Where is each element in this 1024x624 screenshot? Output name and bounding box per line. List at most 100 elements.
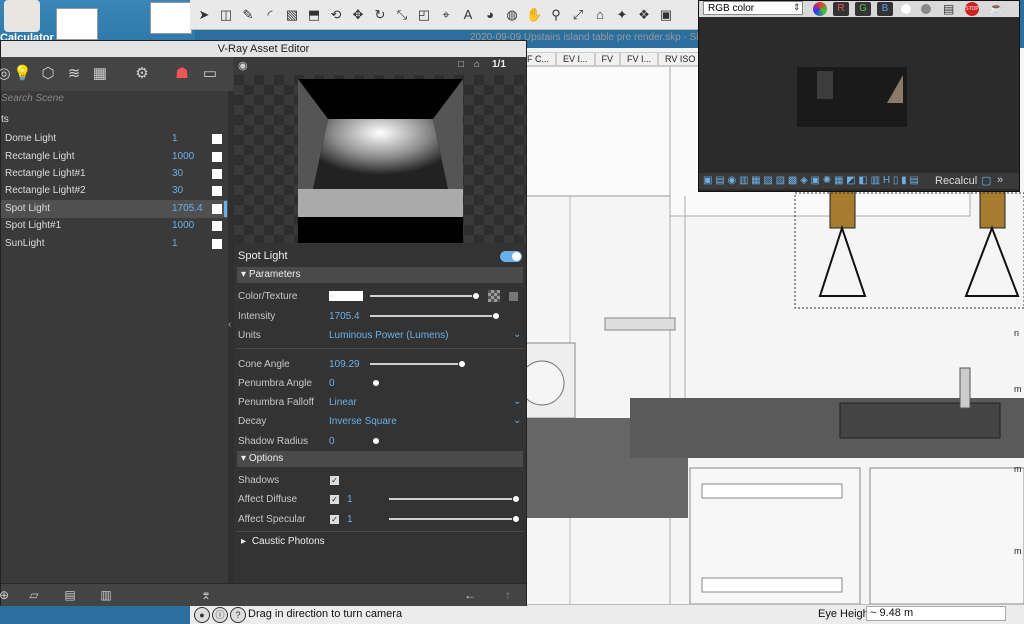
chevron-down-icon[interactable]: ⌄ (513, 396, 521, 407)
scene-tab[interactable]: RV ISO (658, 52, 703, 66)
geometry-category-icon[interactable]: ⬡ (39, 65, 57, 83)
light-row[interactable]: Spot Light#1 1000 (1, 217, 228, 235)
layers-category-icon[interactable]: ≋ (65, 65, 83, 83)
calculator-app-icon[interactable] (4, 0, 40, 32)
penumbra-angle-value[interactable]: 0 (329, 378, 335, 389)
preview-shape-icon[interactable]: □ (458, 59, 464, 70)
texture-slot-icon[interactable] (488, 290, 500, 302)
geo-location-icon[interactable]: ● (194, 607, 210, 623)
caustic-photons-section-header[interactable]: ▸ Caustic Photons (241, 536, 325, 547)
credits-icon[interactable]: ⓘ (212, 607, 228, 623)
vfb-tool-icons[interactable]: ▣ ▤ ◉ ▥ ▦ ▧ ▨ ▩ ◈ ▣ ✺ ▦ ◩ ◧ ▥ H ▯ ▮ ▤ (703, 175, 919, 186)
intensity-slider[interactable] (370, 315, 495, 317)
settings-gear-icon[interactable]: ⚙ (133, 65, 151, 83)
lights-category-icon[interactable]: 💡 (13, 65, 32, 83)
back-arrow-icon[interactable]: ← (463, 588, 477, 602)
light-enable-checkbox[interactable] (212, 152, 222, 162)
desktop-file-icon[interactable] (150, 2, 192, 34)
affect-specular-checkbox[interactable]: ✓ (330, 515, 339, 524)
affect-specular-slider[interactable] (389, 518, 517, 520)
up-arrow-icon[interactable]: ↑ (501, 588, 515, 602)
light-row[interactable]: Rectangle Light 1000 (1, 148, 228, 166)
units-dropdown[interactable]: Luminous Power (Lumens) (329, 330, 449, 341)
affect-diffuse-checkbox[interactable]: ✓ (330, 495, 339, 504)
color-wheel-icon[interactable] (813, 2, 827, 16)
expand-icon[interactable]: » (997, 174, 1003, 186)
clean-broom-icon[interactable]: ⌆ (199, 588, 213, 602)
orbit-icon[interactable]: ◍ (504, 7, 520, 23)
desktop-file-icon[interactable] (56, 8, 98, 40)
pencil-icon[interactable]: ✎ (240, 7, 256, 23)
rotate-icon[interactable]: ↻ (372, 7, 388, 23)
stop-render-button[interactable]: STOP (965, 2, 979, 16)
frame-buffer-icon[interactable]: ▭ (201, 65, 219, 83)
slider-knob[interactable] (512, 515, 520, 523)
tape-measure-icon[interactable]: ⌖ (438, 7, 454, 23)
move-icon[interactable]: ✥ (350, 7, 366, 23)
teapot-icon[interactable]: ☕ (989, 1, 1004, 15)
light-enable-checkbox[interactable] (212, 221, 222, 231)
slider-knob[interactable] (492, 312, 500, 320)
white-dot-icon[interactable] (901, 4, 911, 14)
light-enable-checkbox[interactable] (212, 134, 222, 144)
zoom-extents-icon[interactable]: ⤢ (570, 7, 586, 23)
gray-dot-icon[interactable] (921, 4, 931, 14)
slider-knob[interactable] (472, 292, 480, 300)
affect-diffuse-slider[interactable] (389, 498, 517, 500)
light-enable-checkbox[interactable] (212, 239, 222, 249)
options-section-header[interactable]: ▾ Options (237, 451, 523, 467)
parameters-section-header[interactable]: ▾ Parameters (237, 267, 523, 283)
slider-knob[interactable] (458, 360, 466, 368)
blue-channel-button[interactable]: B (877, 2, 893, 16)
light-enable-checkbox[interactable] (212, 186, 222, 196)
rectangle-icon[interactable]: ▧ (284, 7, 300, 23)
red-channel-button[interactable]: R (833, 2, 849, 16)
paint-bucket-icon[interactable]: ◕ (482, 7, 498, 23)
offset-icon[interactable]: ◰ (416, 7, 432, 23)
delete-trash-icon[interactable]: ▥ (99, 588, 113, 602)
light-target-icon[interactable]: ◎ (0, 65, 13, 83)
scale-icon[interactable]: ⤡ (394, 7, 410, 23)
preview-ratio[interactable]: 1/1 (492, 59, 506, 70)
select-arrow-icon[interactable]: ➤ (196, 7, 212, 23)
penumbra-falloff-dropdown[interactable]: Linear (329, 397, 357, 408)
follow-me-icon[interactable]: ⟲ (328, 7, 344, 23)
scene-tab[interactable]: FV I... (620, 52, 659, 66)
shadows-checkbox[interactable]: ✓ (330, 476, 339, 485)
help-icon[interactable]: ? (230, 607, 246, 623)
warehouse-icon[interactable]: ⌂ (592, 7, 608, 23)
save-file-icon[interactable]: ▤ (63, 588, 77, 602)
light-row[interactable]: SunLight 1 (1, 235, 228, 253)
pan-icon[interactable]: ✋ (526, 7, 542, 23)
preview-scene-icon[interactable]: ⌂ (474, 59, 480, 70)
light-row[interactable]: Rectangle Light#2 30 (1, 182, 228, 200)
affect-diffuse-value[interactable]: 1 (347, 494, 353, 505)
channel-select[interactable]: RGB color (703, 1, 803, 15)
light-enable-checkbox[interactable] (212, 204, 222, 214)
slider-knob[interactable] (372, 437, 380, 445)
textures-category-icon[interactable]: ▦ (91, 65, 109, 83)
eraser-icon[interactable]: ◫ (218, 7, 234, 23)
render-teapot-icon[interactable]: ☗ (173, 65, 191, 83)
extension-icon[interactable]: ✦ (614, 7, 630, 23)
color-swatch[interactable] (329, 291, 363, 301)
intensity-value[interactable]: 1705.4 (329, 311, 360, 322)
chevron-down-icon[interactable]: ⌄ (513, 329, 521, 340)
cone-angle-slider[interactable] (370, 363, 462, 365)
slider-knob[interactable] (372, 379, 380, 387)
text-icon[interactable]: A (460, 7, 476, 23)
light-row[interactable]: Rectangle Light#1 30 (1, 165, 228, 183)
shadow-radius-value[interactable]: 0 (329, 436, 335, 447)
open-folder-icon[interactable]: ▱ (27, 588, 41, 602)
window-icon[interactable]: ▢ (981, 174, 991, 187)
scene-tab[interactable]: EV I... (556, 52, 595, 66)
light-row[interactable]: Dome Light 1 (1, 130, 228, 148)
chevron-down-icon[interactable]: ⌄ (513, 415, 521, 426)
save-icon[interactable]: ▤ (943, 2, 954, 16)
affect-specular-value[interactable]: 1 (347, 514, 353, 525)
decay-dropdown[interactable]: Inverse Square (329, 416, 397, 427)
preview-eye-icon[interactable]: ◉ (238, 59, 248, 72)
add-asset-icon[interactable]: ⊕ (0, 588, 11, 602)
slider-knob[interactable] (512, 495, 520, 503)
color-slider[interactable] (370, 295, 476, 297)
